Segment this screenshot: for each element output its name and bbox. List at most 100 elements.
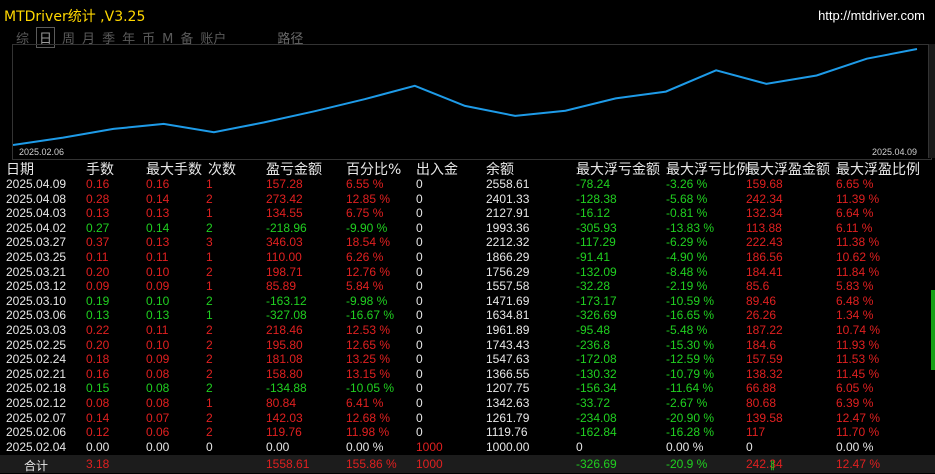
cell-mfl: -172.08 [576,352,617,367]
table-row[interactable]: 2025.03.25 0.11 0.11 1 110.00 6.26 % 0 1866.29 -… [0,250,935,265]
table-row[interactable]: 2025.03.21 0.20 0.10 2 198.71 12.76 % 0 1756.29… [0,265,935,280]
table-row[interactable]: 2025.03.27 0.37 0.13 3 346.03 18.54 % 0 2212.32… [0,235,935,250]
website-url[interactable]: http://mtdriver.com [818,8,925,23]
cell-lots: 0.19 [86,293,110,308]
cell-lots: 0.15 [86,381,110,396]
cell-max_lots: 0.10 [146,293,170,308]
col-header-deposit[interactable]: 出入金 [416,159,458,179]
total-mflp: -20.9 % [666,457,708,472]
table-row[interactable]: 2025.02.06 0.12 0.06 2 119.76 11.98 % 0 1119.76… [0,425,935,440]
cell-date: 2025.04.08 [6,191,67,206]
cell-pnl: -327.08 [266,308,307,323]
col-header-max-float-profit[interactable]: 最大浮盈金额 [746,159,830,179]
cell-mflp: -16.65 % [666,308,715,323]
cell-balance: 1366.55 [486,366,530,381]
col-header-pnl[interactable]: 盈亏金额 [266,159,322,179]
cell-max_lots: 0.10 [146,337,170,352]
cell-date: 2025.03.12 [6,279,67,294]
table-row[interactable]: 2025.02.07 0.14 0.07 2 142.03 12.68 % 0 1261.79… [0,411,935,426]
cell-deposit: 0 [416,366,423,381]
cell-mfp: 66.88 [746,381,777,396]
cell-date: 2025.02.24 [6,352,67,367]
cell-mfpp: 12.47 % [836,410,881,425]
total-row: 合计 3.18 1558.61 155.86 % 1000 -326.69 -20.9 % 2… [0,455,935,474]
chart-scrollbar[interactable] [928,44,935,158]
cell-count: 1 [206,308,213,323]
col-header-date[interactable]: 日期 [6,159,34,179]
col-header-max-lots[interactable]: 最大手数 [146,159,202,179]
cell-mfpp: 6.39 % [836,396,874,410]
total-lots: 3.18 [86,457,110,472]
cell-pct: 18.54 % [346,235,391,250]
cell-mfp: 89.46 [746,293,777,308]
cell-lots: 0.27 [86,220,110,235]
cell-deposit: 0 [416,337,423,352]
side-indicator [931,290,935,370]
table-row[interactable]: 2025.02.04 0.00 0.00 0 0.00 0.00 % 1000 1000.00… [0,440,935,455]
table-row[interactable]: 2025.02.24 0.18 0.09 2 181.08 13.25 % 0 1547.63… [0,352,935,367]
col-header-max-float-profit-pct[interactable]: 最大浮盈比例 [836,159,920,179]
cell-pct: 6.41 % [346,396,384,410]
balance-chart: 2025.02.06 2025.04.09 [12,44,932,160]
table-row[interactable]: 2025.04.09 0.16 0.16 1 157.28 6.55 % 0 2558.61 -… [0,177,935,192]
cell-balance: 1557.58 [486,279,530,294]
scroll-handle-icon[interactable]: ‖ [770,460,782,472]
cell-deposit: 0 [416,425,423,440]
table-row[interactable]: 2025.03.12 0.09 0.09 1 85.89 5.84 % 0 1557.58 -3… [0,279,935,294]
cell-mfp: 222.43 [746,235,783,250]
table-row[interactable]: 2025.03.06 0.13 0.13 1 -327.08 -16.67 % 0 1634.… [0,308,935,323]
cell-lots: 0.13 [86,206,110,221]
cell-mfpp: 6.05 % [836,381,874,396]
cell-mflp: -10.79 % [666,366,715,381]
table-row[interactable]: 2025.02.12 0.08 0.08 1 80.84 6.41 % 0 1342.63 -3… [0,396,935,411]
cell-max_lots: 0.14 [146,220,170,235]
table-row[interactable]: 2025.03.10 0.19 0.10 2 -163.12 -9.98 % 0 1471.6… [0,294,935,309]
cell-mfp: 138.32 [746,366,783,381]
cell-lots: 0.09 [86,279,110,294]
cell-deposit: 0 [416,308,423,323]
cell-pct: -10.05 % [346,381,395,396]
cell-lots: 0.37 [86,235,110,250]
col-header-count[interactable]: 次数 [208,159,236,179]
cell-pct: 6.55 % [346,177,384,191]
cell-lots: 0.00 [86,439,110,454]
cell-pnl: 346.03 [266,235,303,250]
col-header-balance[interactable]: 余额 [486,159,514,179]
table-row[interactable]: 2025.02.21 0.16 0.08 2 158.80 13.15 % 0 1366.55… [0,367,935,382]
cell-max_lots: 0.08 [146,381,170,396]
cell-deposit: 0 [416,396,423,410]
table-row[interactable]: 2025.04.08 0.28 0.14 2 273.42 12.85 % 0 2401.33… [0,192,935,207]
col-header-max-float-loss-pct[interactable]: 最大浮亏比例 [666,159,750,179]
cell-mfpp: 5.83 % [836,279,874,294]
cell-pnl: 134.55 [266,206,303,221]
col-header-max-float-loss[interactable]: 最大浮亏金额 [576,159,660,179]
table-row[interactable]: 2025.02.25 0.20 0.10 2 195.80 12.65 % 0 1743.43… [0,338,935,353]
cell-date: 2025.03.03 [6,323,67,337]
table-row[interactable]: 2025.04.02 0.27 0.14 2 -218.96 -9.90 % 0 1993.3… [0,221,935,236]
cell-count: 2 [206,352,213,367]
cell-mfl: -128.38 [576,191,617,206]
cell-balance: 1866.29 [486,250,530,264]
cell-mfpp: 11.70 % [836,425,880,440]
col-header-pct[interactable]: 百分比% [346,159,401,179]
cell-lots: 0.20 [86,264,110,279]
cell-mfp: 26.26 [746,308,777,323]
col-header-lots[interactable]: 手数 [86,159,114,179]
cell-mflp: -5.48 % [666,323,708,337]
table-row[interactable]: 2025.04.03 0.13 0.13 1 134.55 6.75 % 0 2127.91 -… [0,206,935,221]
cell-max_lots: 0.09 [146,352,170,367]
cell-max_lots: 0.10 [146,264,170,279]
cell-lots: 0.16 [86,177,110,191]
cell-mflp: -10.59 % [666,293,715,308]
table-row[interactable]: 2025.02.18 0.15 0.08 2 -134.88 -10.05 % 0 1207.… [0,381,935,396]
cell-max_lots: 0.07 [146,410,170,425]
cell-deposit: 0 [416,323,423,337]
cell-pct: -9.98 % [346,293,388,308]
cell-pnl: 85.89 [266,279,297,294]
cell-lots: 0.14 [86,410,110,425]
table-row[interactable]: 2025.03.03 0.22 0.11 2 218.46 12.53 % 0 1961.89… [0,323,935,338]
cell-mfl: -78.24 [576,177,611,191]
cell-balance: 2558.61 [486,177,530,191]
cell-pnl: 273.42 [266,191,303,206]
cell-mfpp: 10.62 % [836,250,881,264]
